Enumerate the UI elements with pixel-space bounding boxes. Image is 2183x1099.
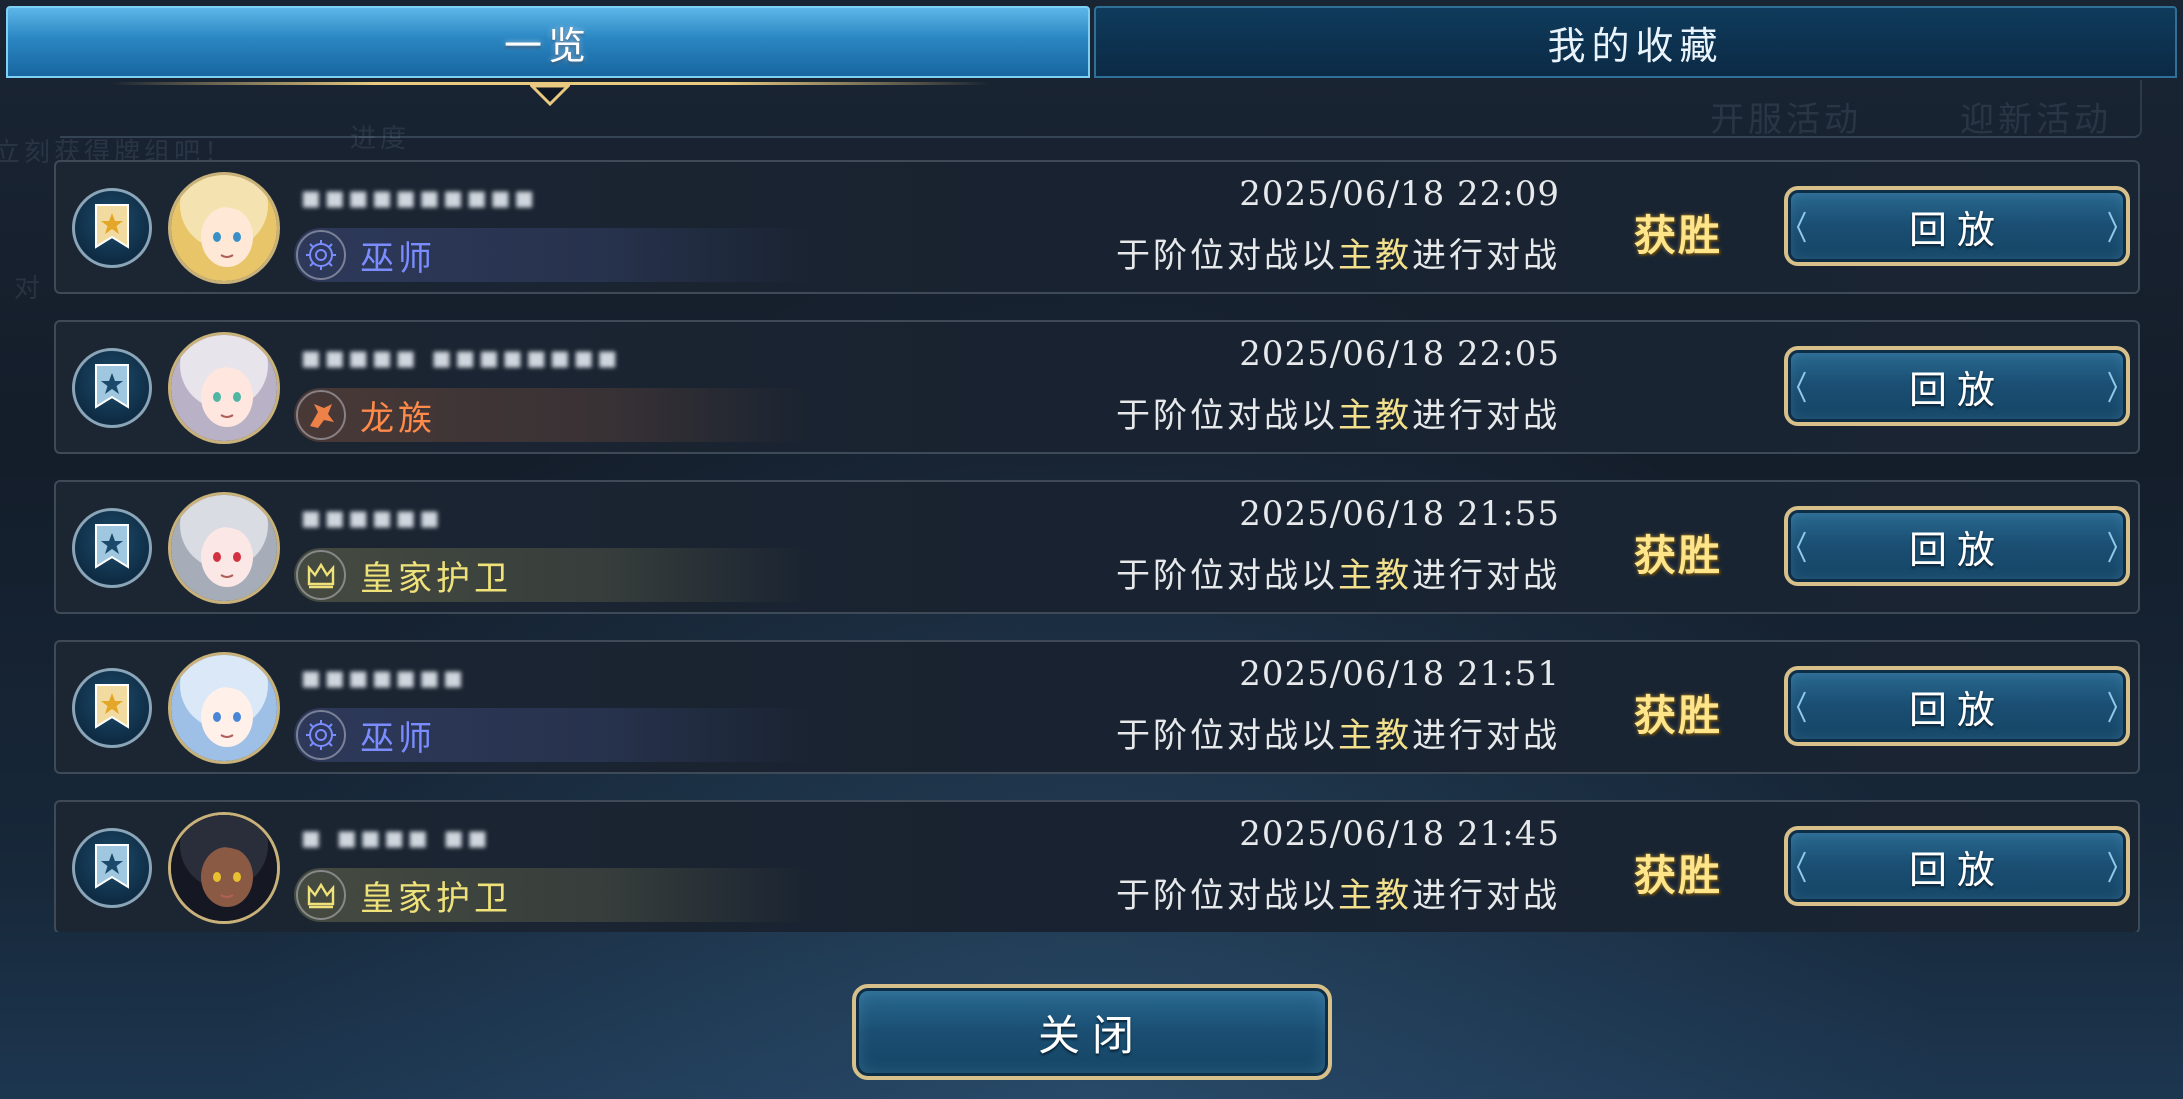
match-description: 于阶位对战以主教进行对战	[1116, 548, 1560, 597]
match-description: 于阶位对战以主教进行对战	[1116, 388, 1560, 437]
match-description-suffix: 进行对战	[1412, 556, 1560, 596]
battle-record-row: ▪▪▪▪▪▪▪▪▪▪ 巫师 2025/06/18 22:09 于阶位对战以主教进…	[54, 160, 2140, 294]
battle-record-row: ▪▪▪▪▪ ▪▪▪▪▪▪▪▪ 龙族 2025/06/18 22:05 于阶位对战…	[54, 320, 2140, 454]
opponent-class-name: 皇家护卫	[360, 558, 512, 599]
bookmark-toggle-button[interactable]	[72, 668, 152, 748]
match-description: 于阶位对战以主教进行对战	[1116, 228, 1560, 277]
wizard-icon	[296, 230, 346, 280]
opponent-avatar[interactable]	[168, 492, 280, 604]
battle-log-screen: 开服活动 迎新活动 立刻获得牌组吧！ 进度 对 一览 我的收藏 ▪▪▪▪▪▪▪▪…	[0, 0, 2183, 1099]
battle-record-row: ▪▪▪▪▪▪▪ 巫师 2025/06/18 21:51 于阶位对战以主教进行对战…	[54, 640, 2140, 774]
opponent-avatar[interactable]	[168, 172, 280, 284]
match-description-suffix: 进行对战	[1412, 876, 1560, 916]
wizard-icon	[296, 710, 346, 760]
match-datetime: 2025/06/18 21:45	[1239, 814, 1560, 854]
bookmark-empty-icon	[92, 843, 132, 893]
opponent-class-badge: 巫师	[294, 228, 814, 282]
match-datetime: 2025/06/18 21:51	[1239, 654, 1560, 694]
battle-record-row: ▪ ▪▪▪▪ ▪▪ 皇家护卫 2025/06/18 21:45 于阶位对战以主教…	[54, 800, 2140, 932]
match-result-label: 获胜	[1634, 211, 1723, 260]
match-result-label: 获胜	[1634, 531, 1723, 580]
opponent-class-name: 龙族	[360, 398, 436, 439]
replay-button-label: 回放	[1908, 367, 2005, 412]
opponent-name: ▪ ▪▪▪▪ ▪▪	[300, 818, 491, 856]
tab-panel-frame	[60, 80, 2142, 138]
match-datetime: 2025/06/18 22:09	[1239, 174, 1560, 214]
match-description: 于阶位对战以主教进行对战	[1116, 708, 1560, 757]
match-description-suffix: 进行对战	[1412, 396, 1560, 436]
bg-hint-text-3: 对	[14, 274, 45, 304]
opponent-name: ▪▪▪▪▪▪	[300, 498, 443, 536]
opponent-class-badge: 龙族	[294, 388, 814, 442]
replay-button[interactable]: 回放	[1784, 666, 2130, 746]
match-description-prefix: 于阶位对战以	[1116, 876, 1338, 916]
bookmark-empty-icon	[92, 363, 132, 413]
replay-button-label: 回放	[1908, 687, 2005, 732]
bookmark-toggle-button[interactable]	[72, 828, 152, 908]
close-button[interactable]: 关闭	[852, 984, 1332, 1080]
match-result-label: 获胜	[1634, 691, 1723, 740]
match-description-deck: 主教	[1338, 716, 1412, 756]
opponent-avatar[interactable]	[168, 652, 280, 764]
battle-record-list[interactable]: ▪▪▪▪▪▪▪▪▪▪ 巫师 2025/06/18 22:09 于阶位对战以主教进…	[54, 160, 2142, 932]
crown-icon	[296, 550, 346, 600]
match-description-prefix: 于阶位对战以	[1116, 716, 1338, 756]
replay-button[interactable]: 回放	[1784, 826, 2130, 906]
opponent-class-name: 皇家护卫	[360, 878, 512, 919]
bookmark-filled-icon	[92, 683, 132, 733]
match-description-prefix: 于阶位对战以	[1116, 556, 1338, 596]
opponent-avatar[interactable]	[168, 812, 280, 924]
match-description-prefix: 于阶位对战以	[1116, 396, 1338, 436]
bookmark-filled-icon	[92, 203, 132, 253]
opponent-avatar[interactable]	[168, 332, 280, 444]
active-tab-caret-icon	[530, 84, 570, 106]
match-description-deck: 主教	[1338, 876, 1412, 916]
opponent-class-badge: 皇家护卫	[294, 548, 814, 602]
match-description-deck: 主教	[1338, 556, 1412, 596]
tab-favorites[interactable]: 我的收藏	[1094, 6, 2177, 78]
match-datetime: 2025/06/18 21:55	[1239, 494, 1560, 534]
bookmark-toggle-button[interactable]	[72, 188, 152, 268]
bookmark-toggle-button[interactable]	[72, 508, 152, 588]
replay-button[interactable]: 回放	[1784, 506, 2130, 586]
opponent-name: ▪▪▪▪▪▪▪	[300, 658, 466, 696]
opponent-class-badge: 巫师	[294, 708, 814, 762]
opponent-name: ▪▪▪▪▪ ▪▪▪▪▪▪▪▪	[300, 338, 621, 376]
match-datetime: 2025/06/18 22:05	[1239, 334, 1560, 374]
match-description-suffix: 进行对战	[1412, 236, 1560, 276]
replay-button-label: 回放	[1908, 527, 2005, 572]
dragon-icon	[296, 390, 346, 440]
bookmark-toggle-button[interactable]	[72, 348, 152, 428]
opponent-class-name: 巫师	[360, 718, 436, 759]
opponent-name: ▪▪▪▪▪▪▪▪▪▪	[300, 178, 537, 216]
crown-icon	[296, 870, 346, 920]
replay-button-label: 回放	[1908, 207, 2005, 252]
match-result-label: 获胜	[1634, 851, 1723, 900]
match-description: 于阶位对战以主教进行对战	[1116, 868, 1560, 917]
replay-button-label: 回放	[1908, 847, 2005, 892]
bookmark-empty-icon	[92, 523, 132, 573]
match-description-prefix: 于阶位对战以	[1116, 236, 1338, 276]
close-button-label: 关闭	[1037, 1010, 1146, 1060]
match-description-deck: 主教	[1338, 396, 1412, 436]
opponent-class-badge: 皇家护卫	[294, 868, 814, 922]
battle-record-row: ▪▪▪▪▪▪ 皇家护卫 2025/06/18 21:55 于阶位对战以主教进行对…	[54, 480, 2140, 614]
match-description-suffix: 进行对战	[1412, 716, 1560, 756]
replay-button[interactable]: 回放	[1784, 186, 2130, 266]
tab-overview[interactable]: 一览	[6, 6, 1090, 78]
replay-button[interactable]: 回放	[1784, 346, 2130, 426]
match-description-deck: 主教	[1338, 236, 1412, 276]
opponent-class-name: 巫师	[360, 238, 436, 279]
